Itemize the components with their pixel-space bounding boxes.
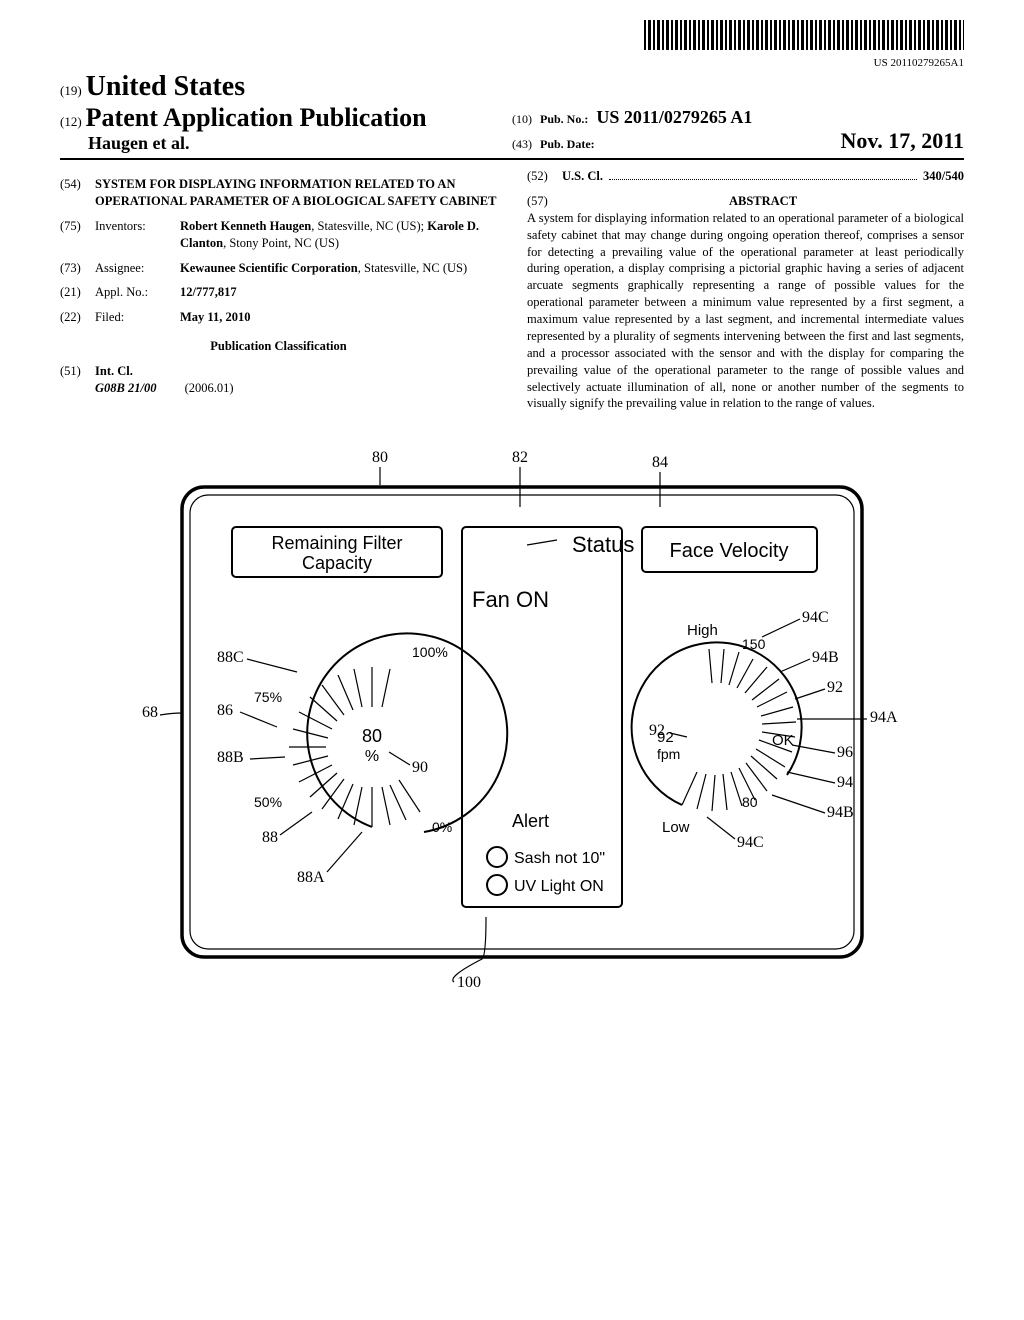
ref-88A: 88A [297, 869, 325, 886]
panel2-sash: Sash not 10" [514, 850, 605, 867]
intcl-label: Int. Cl. [95, 364, 133, 378]
p1-center1: 80 [362, 726, 382, 746]
uscl-num: (52) [527, 168, 562, 185]
assignee-label: Assignee: [95, 260, 180, 277]
pub-date-label: Pub. Date: [540, 137, 595, 152]
panel2-uv: UV Light ON [514, 878, 604, 895]
ref-88C: 88C [217, 649, 244, 666]
inventors-num: (75) [60, 218, 95, 252]
ref-92-right: 92 [827, 679, 843, 696]
barcode-container: US 20110279265A1 [60, 20, 964, 69]
intcl-num: (51) [60, 363, 95, 397]
inventors-label: Inventors: [95, 218, 180, 252]
filed-value: May 11, 2010 [180, 310, 250, 324]
title-num: (54) [60, 176, 95, 210]
invention-title: SYSTEM FOR DISPLAYING INFORMATION RELATE… [95, 176, 497, 210]
panel2-title: Status [572, 532, 634, 557]
p3-150: 150 [742, 636, 766, 652]
p3-80: 80 [742, 794, 758, 810]
biblio-columns: (54) SYSTEM FOR DISPLAYING INFORMATION R… [60, 168, 964, 412]
ref-94B-bot: 94B [827, 804, 854, 821]
right-column: (52) U.S. Cl. 340/540 (57) ABSTRACT A sy… [527, 168, 964, 412]
country-prefix: (19) [60, 83, 82, 98]
pub-date: Nov. 17, 2011 [841, 128, 964, 154]
country: United States [86, 71, 245, 102]
p1-100: 100% [412, 644, 448, 660]
ref-94B-top: 94B [812, 649, 839, 666]
left-column: (54) SYSTEM FOR DISPLAYING INFORMATION R… [60, 168, 497, 412]
header-left: (19) United States (12) Patent Applicati… [60, 71, 512, 154]
pub-type: Patent Application Publication [86, 103, 427, 132]
pub-no: US 2011/0279265 A1 [596, 107, 752, 128]
barcode-bars [644, 20, 964, 50]
p1-0: 0% [432, 819, 452, 835]
panel1-title-2: Capacity [302, 553, 372, 573]
panel1-title-1: Remaining Filter [271, 533, 402, 553]
pub-classification-header: Publication Classification [60, 338, 497, 355]
uscl-dots [609, 179, 917, 180]
header-right: (10) Pub. No.: US 2011/0279265 A1 (43) P… [512, 107, 964, 154]
pub-no-label: Pub. No.: [540, 112, 588, 127]
header-row: (19) United States (12) Patent Applicati… [60, 71, 964, 160]
assignee-value: Kewaunee Scientific Corporation, Statesv… [180, 260, 497, 277]
ref-92-left: 92 [649, 722, 665, 739]
pub-type-prefix: (12) [60, 114, 82, 129]
pub-no-prefix: (10) [512, 112, 532, 127]
intcl-code: G08B 21/00 [95, 381, 156, 395]
ref-80-top: 80 [372, 449, 388, 466]
p3-low: Low [662, 819, 690, 836]
ref-94A: 94A [870, 709, 898, 726]
uscl-label: U.S. Cl. [562, 168, 603, 185]
ref-82: 82 [512, 449, 528, 466]
ref-88: 88 [262, 829, 278, 846]
ref-86: 86 [217, 702, 233, 719]
p1-50: 50% [254, 794, 282, 810]
assignee-name: Kewaunee Scientific Corporation [180, 261, 358, 275]
filed-num: (22) [60, 309, 95, 326]
abstract-body: A system for displaying information rela… [527, 210, 964, 413]
panel2-fan: Fan ON [472, 587, 549, 612]
author-name: Haugen et al. [88, 133, 512, 154]
abstract-label: ABSTRACT [729, 194, 797, 208]
p3-fpm: fpm [657, 746, 680, 762]
barcode-text: US 20110279265A1 [60, 57, 964, 69]
ref-94: 94 [837, 774, 853, 791]
ref-84: 84 [652, 454, 668, 471]
pub-date-prefix: (43) [512, 137, 532, 152]
p1-75: 75% [254, 689, 282, 705]
panel2-alert: Alert [512, 811, 549, 831]
inventor-1: Robert Kenneth Haugen [180, 219, 311, 233]
ref-88B: 88B [217, 749, 244, 766]
ref-90: 90 [412, 759, 428, 776]
p3-high: High [687, 622, 718, 639]
appl-num: (21) [60, 284, 95, 301]
ref-94C-bot: 94C [737, 834, 764, 851]
p3-ok: OK [772, 732, 794, 749]
appl-label: Appl. No.: [95, 284, 180, 301]
filed-label: Filed: [95, 309, 180, 326]
ref-96: 96 [837, 744, 853, 761]
appl-value: 12/777,817 [180, 285, 237, 299]
figure-area: .lbl { font-family: Arial, sans-serif; }… [60, 437, 964, 997]
ref-68: 68 [142, 704, 158, 721]
p1-center2: % [365, 748, 379, 765]
inventors-value: Robert Kenneth Haugen, Statesville, NC (… [180, 218, 497, 252]
ref-100: 100 [457, 974, 481, 991]
panel3-title: Face Velocity [670, 540, 789, 562]
uscl-value: 340/540 [923, 168, 964, 185]
abstract-num: (57) [527, 193, 562, 210]
intcl-block: Int. Cl. G08B 21/00 (2006.01) [95, 363, 497, 397]
assignee-num: (73) [60, 260, 95, 277]
ref-94C-top: 94C [802, 609, 829, 626]
figure-svg: .lbl { font-family: Arial, sans-serif; }… [102, 437, 922, 997]
intcl-year: (2006.01) [185, 381, 234, 395]
